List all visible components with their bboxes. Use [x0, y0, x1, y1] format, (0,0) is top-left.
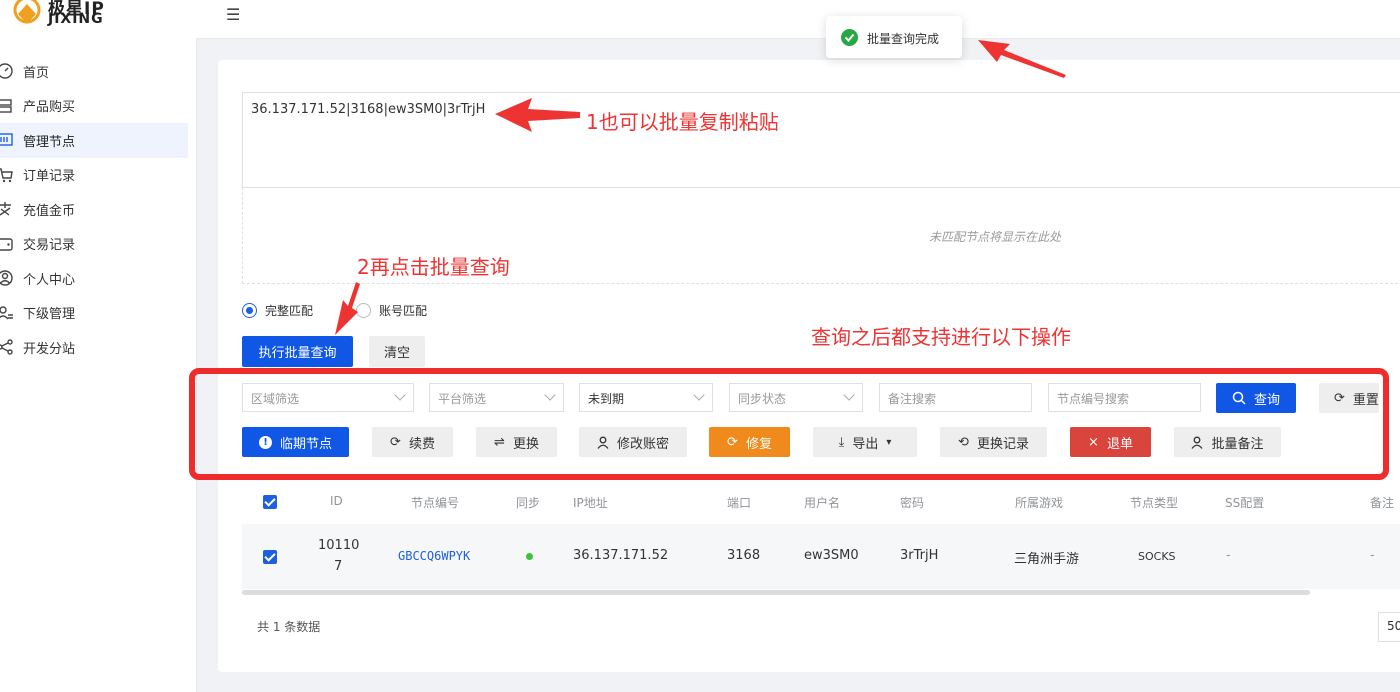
annotation-arrows-icon [335, 40, 1066, 335]
